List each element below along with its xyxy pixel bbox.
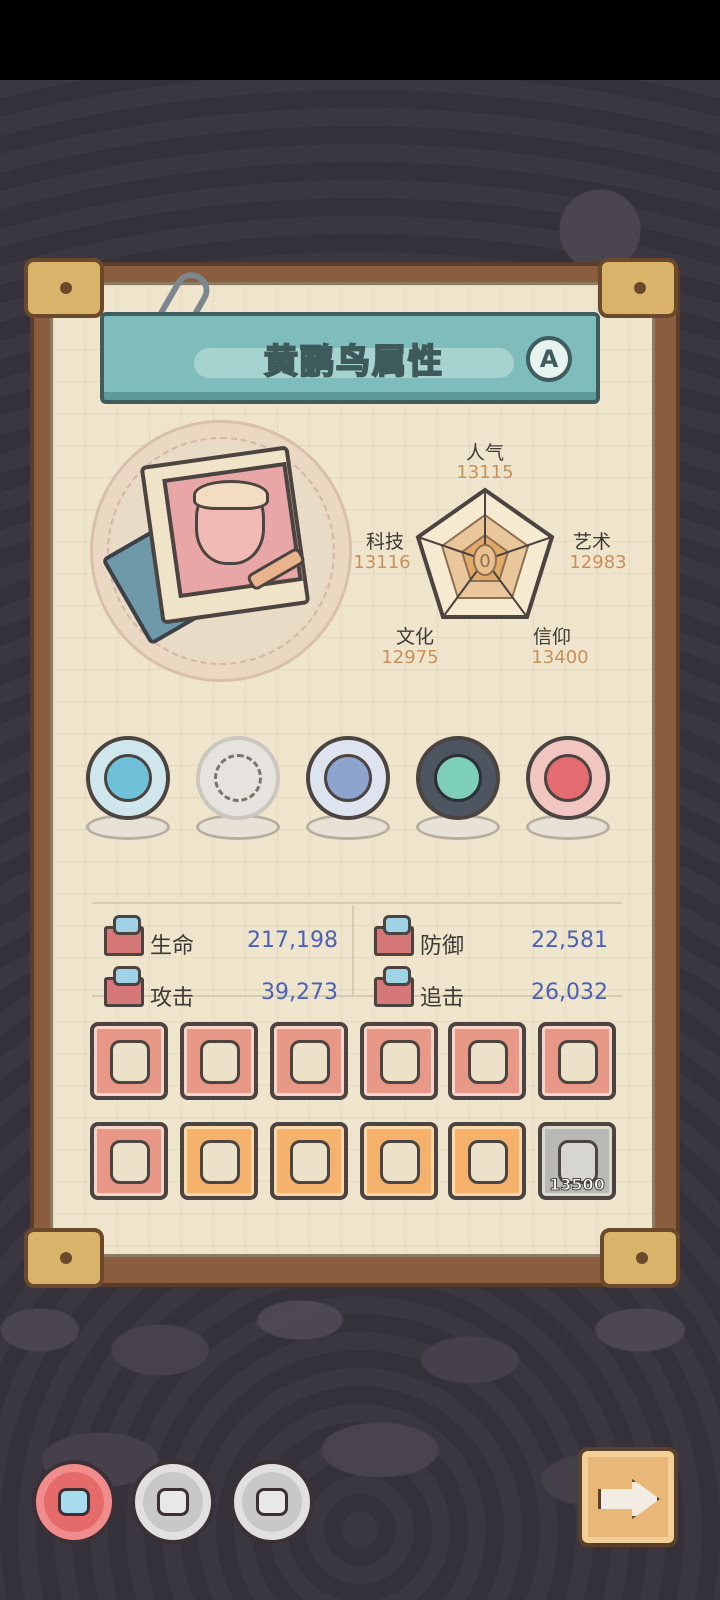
radar-label-tech: 科技 xyxy=(365,531,404,553)
relic-slot[interactable] xyxy=(518,730,618,840)
radar-label-art: 艺术 xyxy=(572,531,611,553)
jade-ring-orb-icon xyxy=(416,736,500,820)
hp-label: 生命 xyxy=(150,934,195,959)
frame-corner-bracket xyxy=(600,1228,680,1288)
gem-ring-icon xyxy=(468,1140,508,1184)
lantern-hammer-icon xyxy=(200,1040,240,1084)
jeweled-crown-icon xyxy=(110,1140,150,1184)
chase-label: 追击 xyxy=(420,986,465,1011)
chip-icon xyxy=(58,1488,90,1516)
sea-serpent-orb-icon xyxy=(86,736,170,820)
armor-icon xyxy=(380,1140,420,1184)
compass-orb-icon xyxy=(306,736,390,820)
defense-label: 防御 xyxy=(420,934,465,959)
crossed-swords-icon xyxy=(200,1140,240,1184)
radar-label-faith: 信仰 xyxy=(532,626,571,648)
relic-slot[interactable] xyxy=(188,730,288,840)
equipment-slot[interactable] xyxy=(270,1022,348,1100)
equipment-slot[interactable] xyxy=(180,1122,258,1200)
equipment-slot[interactable] xyxy=(90,1022,168,1100)
radar-label-culture: 文化 xyxy=(395,626,434,648)
radar-value-faith: 13400 xyxy=(531,647,589,668)
equipment-slot[interactable] xyxy=(90,1122,168,1200)
equipment-slot[interactable] xyxy=(360,1022,438,1100)
status-bar xyxy=(0,0,720,80)
radar-center-value: 0 xyxy=(479,551,490,572)
relic-slot[interactable] xyxy=(78,730,178,840)
crystal-claw-icon xyxy=(468,1040,508,1084)
arrow-right-icon xyxy=(598,1479,660,1519)
tab-button-active[interactable] xyxy=(32,1460,116,1544)
attribute-radar: 0 xyxy=(415,487,555,619)
attack-bar-icon xyxy=(104,966,144,1007)
radar-value-popularity: 13115 xyxy=(456,462,514,483)
defense-bar-icon xyxy=(374,915,414,956)
panel-title: 黄鹂鸟属性 xyxy=(263,341,444,383)
character-hair-icon xyxy=(193,480,269,510)
rubble-floor xyxy=(0,1290,720,1600)
patterned-robe-icon xyxy=(558,1040,598,1084)
frame-corner-bracket xyxy=(24,1228,104,1288)
equipment-slot[interactable] xyxy=(448,1022,526,1100)
radar-value-art: 12983 xyxy=(569,552,627,573)
radar-value-tech: 13116 xyxy=(353,552,411,573)
grade-badge[interactable]: A xyxy=(526,336,572,382)
equipment-slot[interactable] xyxy=(360,1122,438,1200)
hp-bar-icon xyxy=(104,915,144,956)
relic-slot[interactable] xyxy=(298,730,398,840)
tab-button[interactable] xyxy=(230,1460,314,1544)
empty-wing-orb-icon xyxy=(196,736,280,820)
equipment-slot[interactable] xyxy=(270,1122,348,1200)
gear-chip-icon xyxy=(256,1488,288,1516)
radar-label-popularity: 人气 xyxy=(465,442,504,464)
hp-value: 217,198 xyxy=(247,928,338,953)
title-banner: 黄鹂鸟属性 A xyxy=(100,312,600,404)
tab-button[interactable] xyxy=(131,1460,215,1544)
chase-bar-icon xyxy=(374,966,414,1007)
stats-column-divider xyxy=(352,905,354,995)
equipment-slot[interactable] xyxy=(538,1022,616,1100)
radar-value-culture: 12975 xyxy=(381,647,439,668)
relic-slot[interactable] xyxy=(408,730,508,840)
equipment-unlock-cost: 13500 xyxy=(549,1175,606,1195)
equipment-slot[interactable] xyxy=(180,1022,258,1100)
next-button[interactable] xyxy=(578,1447,678,1547)
frame-corner-bracket xyxy=(598,258,678,318)
equipment-slot-locked[interactable]: 13500 xyxy=(538,1122,616,1200)
attack-label: 攻击 xyxy=(150,986,195,1011)
stats-separator xyxy=(92,902,622,904)
equipment-slot[interactable] xyxy=(448,1122,526,1200)
frame-corner-bracket xyxy=(24,258,104,318)
chase-value: 26,032 xyxy=(531,980,608,1005)
lava-orb-icon xyxy=(526,736,610,820)
attack-value: 39,273 xyxy=(261,980,338,1005)
scale-icon xyxy=(290,1040,330,1084)
skull-scepter-icon xyxy=(110,1040,150,1084)
dagger-icon xyxy=(290,1140,330,1184)
chip-icon xyxy=(157,1488,189,1516)
dragon-skull-icon xyxy=(380,1040,420,1084)
defense-value: 22,581 xyxy=(531,928,608,953)
